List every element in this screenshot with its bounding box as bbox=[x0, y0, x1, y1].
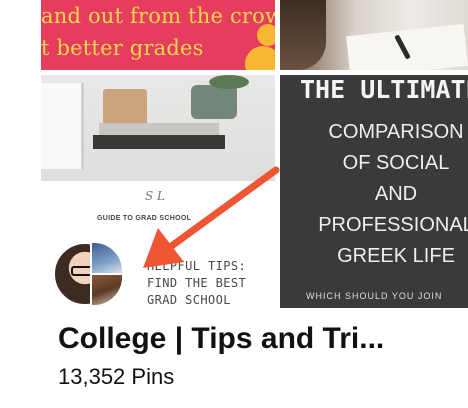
board-title[interactable]: College | Tips and Tri... bbox=[58, 322, 384, 356]
pin-count: 13,352 Pins bbox=[58, 364, 175, 389]
